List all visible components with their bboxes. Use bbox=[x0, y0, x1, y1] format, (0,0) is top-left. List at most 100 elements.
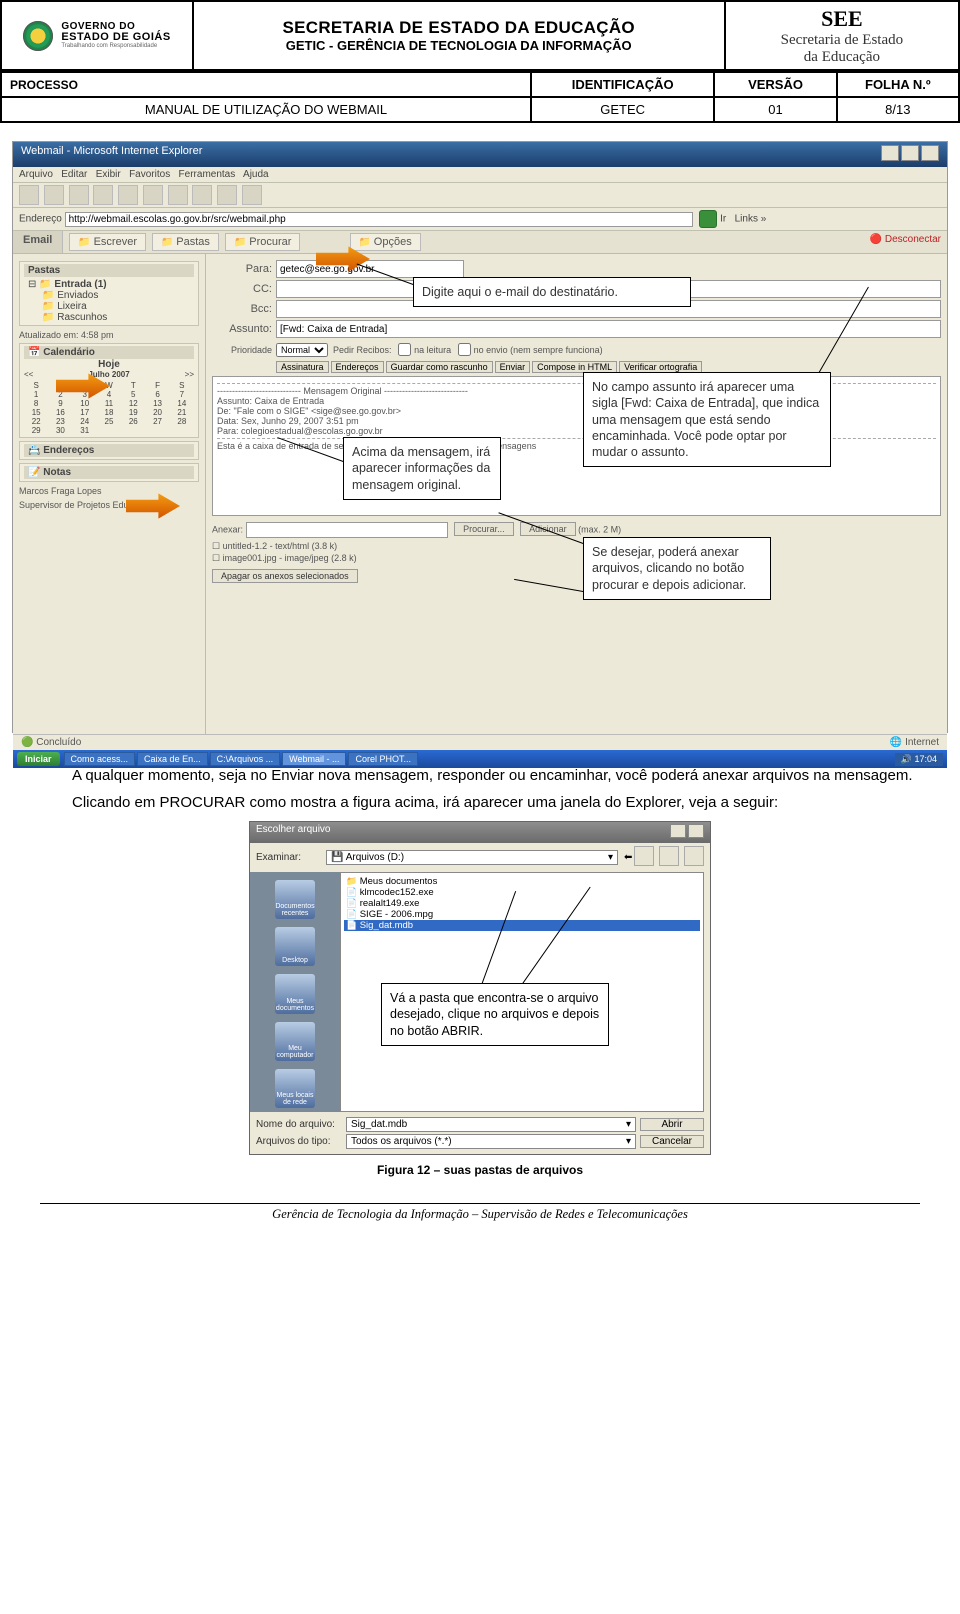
file-item[interactable]: realalt149.exe bbox=[344, 898, 700, 909]
task-item[interactable]: Como acess... bbox=[64, 752, 136, 766]
windows-taskbar[interactable]: Iniciar Como acess... Caixa de En... C:\… bbox=[13, 750, 947, 768]
place-recent[interactable]: Documentos recentes bbox=[275, 880, 315, 919]
file-list[interactable]: Meus documentos klmcodec152.exe realalt1… bbox=[340, 872, 704, 1112]
versao-value: 01 bbox=[714, 97, 836, 122]
search-icon[interactable] bbox=[143, 185, 163, 205]
print-icon[interactable] bbox=[242, 185, 262, 205]
up-icon[interactable] bbox=[634, 846, 654, 866]
place-network[interactable]: Meus locais de rede bbox=[275, 1069, 315, 1108]
address-input[interactable] bbox=[65, 212, 693, 227]
sidebar: Pastas ⊟ Entrada (1) Enviados Lixeira Ra… bbox=[13, 254, 206, 734]
menu-favoritos[interactable]: Favoritos bbox=[129, 169, 170, 180]
clear-attachments-button[interactable]: Apagar os anexos selecionados bbox=[212, 569, 358, 583]
history-icon[interactable] bbox=[192, 185, 212, 205]
dialog-footer: Nome do arquivo: Sig_dat.mdb▾ Abrir Arqu… bbox=[250, 1112, 710, 1154]
folder-rascunhos[interactable]: Rascunhos bbox=[42, 312, 194, 323]
file-item[interactable]: klmcodec152.exe bbox=[344, 887, 700, 898]
links-label[interactable]: Links bbox=[735, 214, 758, 225]
callout-mensagem-original: Acima da mensagem, irá aparecer informaç… bbox=[343, 437, 501, 500]
callout-destinatario: Digite aqui o e-mail do destinatário. bbox=[413, 277, 691, 307]
menu-exibir[interactable]: Exibir bbox=[96, 169, 121, 180]
disconnect-link[interactable]: Desconectar bbox=[885, 234, 941, 245]
stop-icon[interactable] bbox=[69, 185, 89, 205]
dialog-help-button[interactable] bbox=[670, 824, 686, 838]
procurar-button[interactable]: Procurar... bbox=[454, 522, 514, 536]
home-icon[interactable] bbox=[118, 185, 138, 205]
dialog-title: Escolher arquivo bbox=[256, 824, 330, 841]
views-icon[interactable] bbox=[684, 846, 704, 866]
examinar-dropdown[interactable]: 💾 Arquivos (D:)▾ bbox=[326, 850, 618, 865]
attachment-item[interactable]: image001.jpg - image/jpeg (2.8 k) bbox=[212, 553, 941, 564]
compose-panel: Escrever Para: CC: Bcc: Assunto: Priorid… bbox=[206, 254, 947, 734]
go-button[interactable] bbox=[699, 210, 717, 228]
ie-menubar[interactable]: Arquivo Editar Exibir Favoritos Ferramen… bbox=[13, 167, 947, 183]
contact-name: Marcos Fraga Lopes bbox=[19, 486, 199, 496]
refresh-icon[interactable] bbox=[93, 185, 113, 205]
prioridade-select[interactable]: Normal bbox=[276, 343, 328, 357]
assunto-label: Assunto: bbox=[212, 323, 272, 335]
forward-icon[interactable] bbox=[44, 185, 64, 205]
folder-entrada[interactable]: Entrada (1) bbox=[39, 279, 106, 290]
dialog-close-button[interactable] bbox=[688, 824, 704, 838]
para-label: Para: bbox=[212, 263, 272, 275]
calendar-grid[interactable]: SMTWTFS 1234567 891011121314 15161718192… bbox=[24, 381, 194, 435]
btn-rascunho[interactable]: Guardar como rascunho bbox=[386, 361, 493, 373]
document-header-row2: PROCESSO IDENTIFICAÇÃO VERSÃO FOLHA N.º … bbox=[0, 71, 960, 123]
filename-input[interactable]: Sig_dat.mdb▾ bbox=[346, 1117, 636, 1132]
system-tray[interactable]: 🔊 17:04 bbox=[895, 753, 943, 766]
anexar-label: Anexar: bbox=[212, 524, 243, 534]
attachment-item[interactable]: untitled-1.2 - text/html (3.8 k) bbox=[212, 541, 941, 552]
cancel-button[interactable]: Cancelar bbox=[640, 1135, 704, 1148]
address-label: Endereço bbox=[19, 214, 62, 225]
tab-pastas[interactable]: Pastas bbox=[152, 233, 219, 251]
place-desktop[interactable]: Desktop bbox=[275, 927, 315, 966]
manual-title: MANUAL DE UTILIZAÇÃO DO WEBMAIL bbox=[1, 97, 531, 122]
btn-enderecos[interactable]: Endereços bbox=[331, 361, 384, 373]
see-sub1: Secretaria de Estado bbox=[734, 32, 950, 49]
notas-header[interactable]: Notas bbox=[43, 467, 71, 478]
menu-arquivo[interactable]: Arquivo bbox=[19, 169, 53, 180]
btn-assinatura[interactable]: Assinatura bbox=[276, 361, 329, 373]
task-item[interactable]: Caixa de En... bbox=[137, 752, 208, 766]
mail-icon[interactable] bbox=[217, 185, 237, 205]
enderecos-header[interactable]: Endereços bbox=[43, 445, 94, 456]
task-item[interactable]: Corel PHOT... bbox=[348, 752, 418, 766]
file-item[interactable]: SIGE - 2006.mpg bbox=[344, 909, 700, 920]
file-item[interactable]: Meus documentos bbox=[344, 876, 700, 887]
back-icon[interactable] bbox=[19, 185, 39, 205]
gov-brand-text: GOVERNO DO ESTADO DE GOIÁS Trabalhando c… bbox=[61, 22, 170, 49]
callout-assunto: No campo assunto irá aparecer uma sigla … bbox=[583, 372, 831, 467]
chk-leitura[interactable] bbox=[398, 343, 411, 356]
place-mydocs[interactable]: Meus documentos bbox=[275, 974, 315, 1013]
file-chooser-dialog: Escolher arquivo Examinar: 💾 Arquivos (D… bbox=[249, 821, 711, 1155]
dialog-titlebar: Escolher arquivo bbox=[250, 822, 710, 843]
file-item-selected[interactable]: Sig_dat.mdb bbox=[344, 920, 700, 931]
window-buttons[interactable] bbox=[879, 145, 939, 164]
chk-envio[interactable] bbox=[458, 343, 471, 356]
start-button[interactable]: Iniciar bbox=[17, 752, 60, 766]
attach-row: Anexar: Procurar... Adicionar (max. 2 M) bbox=[212, 522, 941, 538]
assunto-input[interactable] bbox=[276, 320, 941, 338]
menu-ajuda[interactable]: Ajuda bbox=[243, 169, 269, 180]
menu-editar[interactable]: Editar bbox=[61, 169, 87, 180]
place-mypc[interactable]: Meu computador bbox=[275, 1022, 315, 1061]
folder-lixeira[interactable]: Lixeira bbox=[42, 301, 194, 312]
secretaria-title: SECRETARIA DE ESTADO DA EDUCAÇÃO bbox=[202, 18, 716, 38]
menu-ferramentas[interactable]: Ferramentas bbox=[179, 169, 236, 180]
task-item-active[interactable]: Webmail - ... bbox=[282, 752, 346, 766]
message-body[interactable]: ---------------------------- Mensagem Or… bbox=[212, 376, 941, 516]
tab-procurar[interactable]: Procurar bbox=[225, 233, 300, 251]
ie-toolbar[interactable] bbox=[13, 183, 947, 208]
new-folder-icon[interactable] bbox=[659, 846, 679, 866]
task-item[interactable]: C:\Arquivos ... bbox=[210, 752, 281, 766]
filetype-dropdown[interactable]: Todos os arquivos (*.*)▾ bbox=[346, 1134, 636, 1149]
tab-escrever[interactable]: Escrever bbox=[69, 233, 146, 251]
open-button[interactable]: Abrir bbox=[640, 1118, 704, 1131]
folder-enviados[interactable]: Enviados bbox=[42, 290, 194, 301]
dialog-places-bar[interactable]: Documentos recentes Desktop Meus documen… bbox=[250, 872, 340, 1112]
figure-12-caption: Figura 12 – suas pastas de arquivos bbox=[0, 1163, 960, 1177]
tab-opcoes[interactable]: Opções bbox=[350, 233, 421, 251]
favorites-icon[interactable] bbox=[168, 185, 188, 205]
btn-enviar[interactable]: Enviar bbox=[495, 361, 531, 373]
see-sub2: da Educação bbox=[734, 49, 950, 66]
